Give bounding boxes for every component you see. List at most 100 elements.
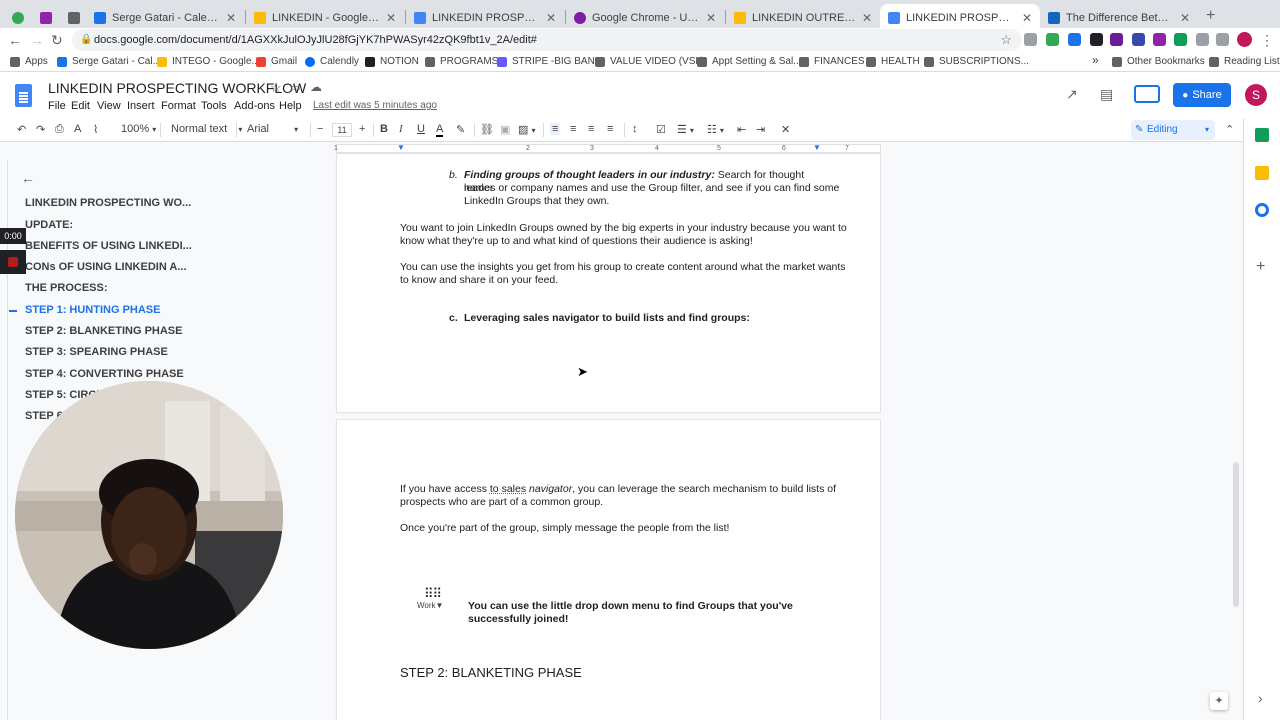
editing-mode-select[interactable]: ✎ Editing ▾: [1131, 120, 1215, 140]
print-icon[interactable]: ⎙: [55, 123, 64, 136]
justify-icon[interactable]: ≡: [607, 123, 613, 135]
other-bookmarks[interactable]: Other Bookmarks: [1112, 56, 1205, 67]
bookmark-calendar[interactable]: Serge Gatari - Cal...: [57, 56, 161, 67]
menu-file[interactable]: File: [48, 100, 66, 112]
tab-close-icon[interactable]: ✕: [862, 11, 872, 25]
bookmark-apps[interactable]: Apps: [10, 56, 48, 67]
chevron-right-icon[interactable]: ›: [1258, 690, 1263, 706]
menu-view[interactable]: View: [97, 100, 121, 112]
bulleted-list-icon[interactable]: ☰ ▾: [677, 123, 694, 136]
sheets-icon[interactable]: [1255, 128, 1269, 142]
bold-icon[interactable]: B: [380, 123, 388, 135]
present-meet-icon[interactable]: [1134, 85, 1160, 103]
extension-icon[interactable]: [1068, 33, 1081, 46]
decrease-font-size-button[interactable]: −: [317, 123, 323, 135]
docs-logo-icon[interactable]: [15, 84, 32, 107]
text-run-spelling[interactable]: to sales: [490, 483, 526, 495]
outline-item-active[interactable]: STEP 1: HUNTING PHASE: [25, 304, 161, 316]
bookmark-programs[interactable]: PROGRAMS: [425, 56, 498, 67]
star-icon[interactable]: ☆: [270, 80, 282, 96]
tab-close-icon[interactable]: ✕: [1180, 11, 1190, 25]
increase-indent-icon[interactable]: ⇥: [756, 123, 765, 136]
spellcheck-icon[interactable]: A: [74, 123, 81, 135]
comment-icon[interactable]: ▤: [1100, 86, 1113, 103]
add-comment-icon[interactable]: ▣: [500, 123, 510, 136]
tab-close-icon[interactable]: ✕: [1022, 11, 1032, 25]
outline-item[interactable]: UPDATE:: [25, 219, 73, 231]
user-avatar[interactable]: S: [1245, 84, 1267, 106]
outline-item[interactable]: STEP 2: BLANKETING PHASE: [25, 325, 183, 337]
bookmark-gmail[interactable]: Gmail: [256, 56, 297, 67]
align-center-icon[interactable]: ≡: [570, 123, 576, 135]
tasks-icon[interactable]: [1255, 203, 1269, 217]
bookmark-stripe[interactable]: STRIPE -BIG BANK: [497, 56, 601, 67]
puzzle-icon[interactable]: [1196, 33, 1209, 46]
cloud-saved-icon[interactable]: ☁: [310, 80, 322, 94]
more-vert-icon[interactable]: ⋮: [1260, 32, 1274, 49]
insert-image-icon[interactable]: ▨ ▾: [518, 123, 535, 136]
align-left-icon[interactable]: ≡: [550, 123, 561, 135]
extension-icon[interactable]: [1110, 33, 1123, 46]
ruler-bar[interactable]: 1 ▼ 2 3 4 5 6 ▼ 7: [334, 143, 881, 153]
decrease-indent-icon[interactable]: ⇤: [737, 123, 746, 136]
outline-item[interactable]: LINKEDIN PROSPECTING WO...: [25, 197, 191, 209]
tab-close-icon[interactable]: ✕: [226, 11, 236, 25]
extension-icon[interactable]: [1090, 33, 1103, 46]
back-arrow-icon[interactable]: ←: [8, 32, 22, 48]
line-spacing-icon[interactable]: ↕: [632, 123, 638, 135]
bookmark-subscriptions[interactable]: SUBSCRIPTIONS...: [924, 56, 1029, 67]
extension-icon[interactable]: [1153, 33, 1166, 46]
bookmark-value-video[interactable]: VALUE VIDEO (VSL): [595, 56, 704, 67]
outline-back-arrow-icon[interactable]: ←: [21, 170, 35, 186]
italic-icon[interactable]: I: [399, 123, 403, 135]
scrollbar-thumb[interactable]: [1233, 462, 1239, 607]
menu-edit[interactable]: Edit: [71, 100, 90, 112]
webcam-overlay[interactable]: [15, 381, 283, 649]
outline-item[interactable]: CONs OF USING LINKEDIN A...: [25, 261, 187, 273]
document-title[interactable]: LINKEDIN PROSPECTING WORKFLOW: [48, 80, 306, 96]
align-right-icon[interactable]: ≡: [588, 123, 594, 135]
text-color-icon[interactable]: A: [436, 123, 444, 137]
reading-list[interactable]: Reading List: [1209, 56, 1280, 67]
new-tab-button[interactable]: +: [1206, 7, 1215, 25]
outline-item[interactable]: BENEFITS OF USING LINKEDI...: [25, 240, 192, 252]
bookmark-appt-setting[interactable]: Appt Setting & Sal...: [697, 56, 802, 67]
extension-icon[interactable]: [1046, 33, 1059, 46]
bookmark-star-icon[interactable]: ☆: [1000, 29, 1012, 51]
menu-addons[interactable]: Add-ons: [234, 100, 275, 112]
bookmarks-overflow-button[interactable]: »: [1092, 53, 1099, 67]
address-bar[interactable]: 🔒 docs.google.com/document/d/1AGXXkJulOJ…: [72, 29, 1022, 51]
document-page[interactable]: If you have access to sales navigator, y…: [337, 420, 880, 720]
tab-close-icon[interactable]: ✕: [706, 11, 716, 25]
menu-tools[interactable]: Tools: [201, 100, 227, 112]
paint-format-icon[interactable]: ⌇: [93, 123, 98, 136]
outline-item[interactable]: THE PROCESS:: [25, 282, 108, 294]
paragraph-style-select[interactable]: Normal text ▾: [171, 123, 242, 135]
profile-avatar-icon[interactable]: [1237, 32, 1252, 47]
collapse-menus-icon[interactable]: ⌃: [1225, 123, 1234, 136]
tab-close-icon[interactable]: ✕: [546, 11, 556, 25]
numbered-list-icon[interactable]: ☷ ▾: [707, 123, 724, 136]
redo-icon[interactable]: ↷: [36, 123, 45, 136]
increase-font-size-button[interactable]: +: [359, 123, 365, 135]
menu-format[interactable]: Format: [161, 100, 196, 112]
extension-icon[interactable]: [1174, 33, 1187, 46]
right-indent-marker-icon[interactable]: ▼: [813, 143, 821, 152]
activity-trend-icon[interactable]: ↗: [1066, 86, 1078, 103]
last-edit-link[interactable]: Last edit was 5 minutes ago: [313, 100, 437, 111]
outline-item[interactable]: STEP 4: CONVERTING PHASE: [25, 368, 184, 380]
bookmark-calendly[interactable]: Calendly: [305, 56, 359, 67]
menu-help[interactable]: Help: [279, 100, 302, 112]
media-control-icon[interactable]: [1216, 33, 1229, 46]
stop-recording-button[interactable]: [0, 250, 26, 274]
undo-icon[interactable]: ↶: [17, 123, 26, 136]
bookmark-health[interactable]: HEALTH: [866, 56, 920, 67]
bookmark-notion[interactable]: NOTION: [365, 56, 419, 67]
highlight-icon[interactable]: ✎: [456, 123, 465, 136]
forward-arrow-icon[interactable]: →: [30, 32, 44, 48]
font-size-input[interactable]: 11: [332, 123, 352, 137]
keep-icon[interactable]: [1255, 166, 1269, 180]
extension-icon[interactable]: [1132, 33, 1145, 46]
move-folder-icon[interactable]: ▭: [290, 81, 300, 94]
extension-icon[interactable]: [1024, 33, 1037, 46]
